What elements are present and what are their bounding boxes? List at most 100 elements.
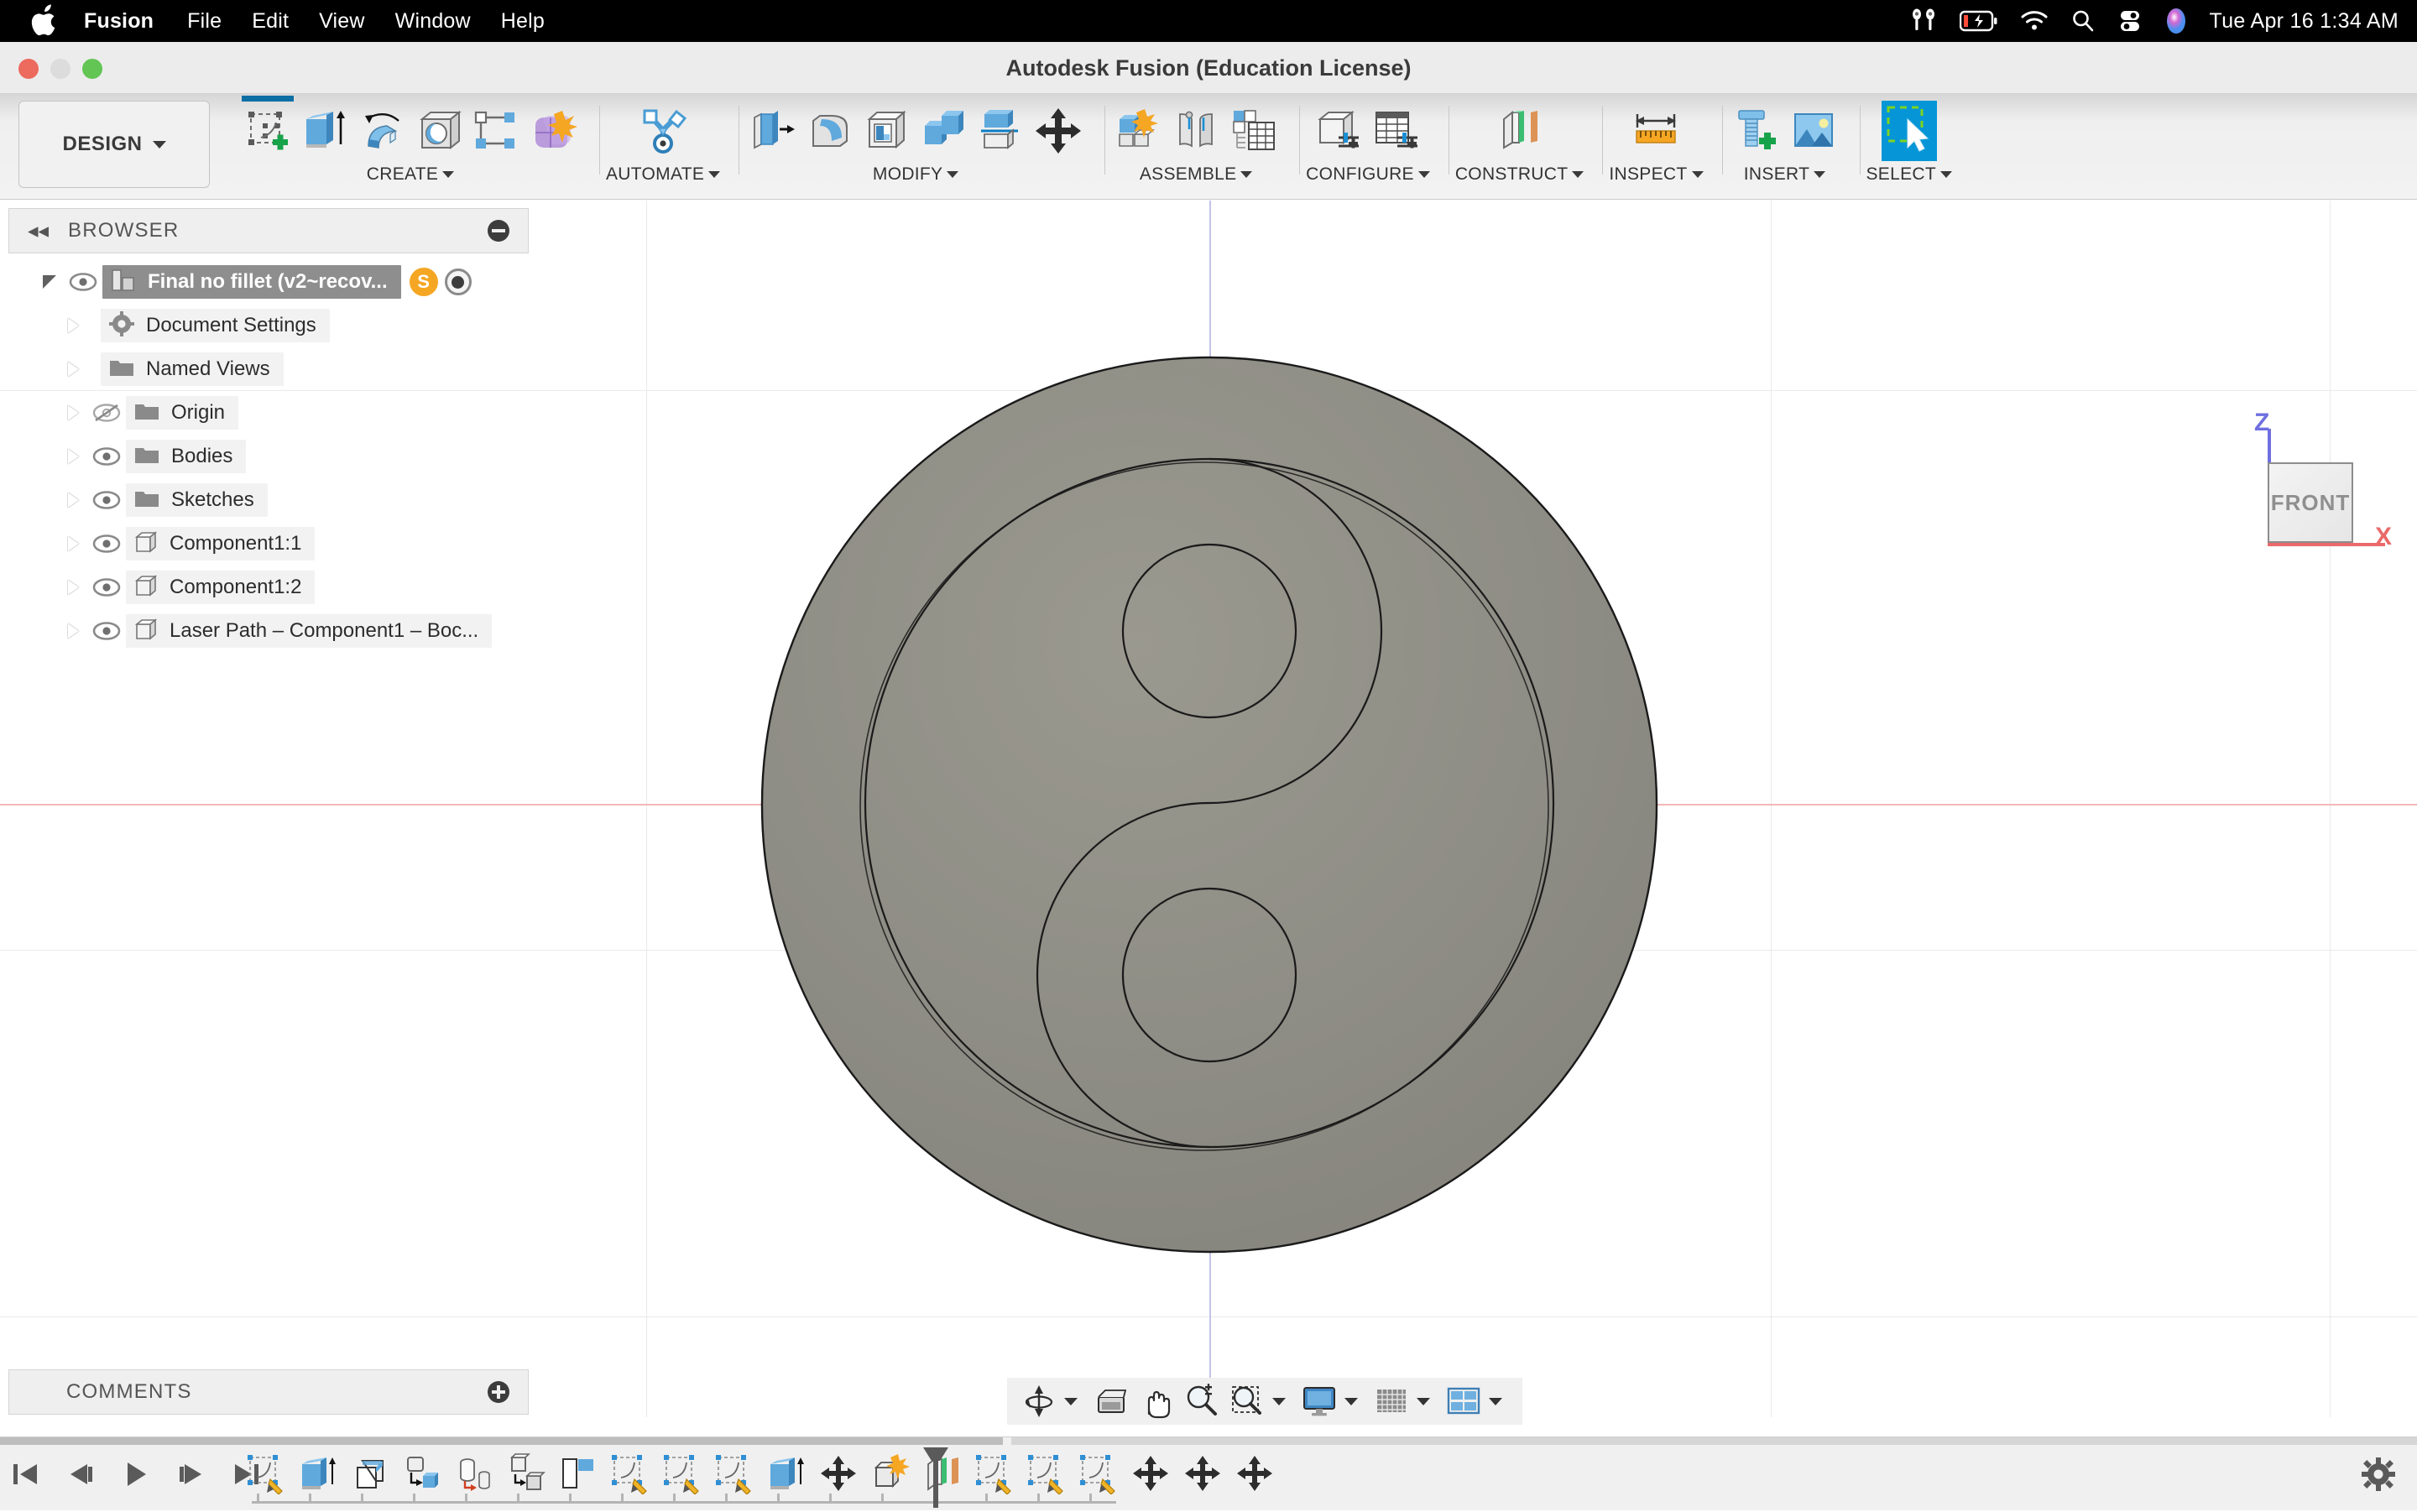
battery-charging-icon[interactable] — [1959, 10, 1998, 32]
extrude-button[interactable] — [297, 101, 352, 161]
expander-right-icon[interactable] — [59, 580, 87, 595]
fillet-button[interactable] — [802, 101, 858, 161]
zoom-button[interactable] — [1182, 1381, 1222, 1421]
expander-right-icon[interactable] — [59, 362, 87, 377]
insert-canvas-button[interactable] — [1786, 101, 1841, 161]
minimize-icon[interactable] — [488, 220, 509, 242]
tree-item-component1-2[interactable]: Component1:2 — [126, 571, 316, 604]
configuration-table-button[interactable] — [1369, 101, 1424, 161]
control-center-icon[interactable] — [2117, 8, 2143, 34]
tree-row-origin[interactable]: Origin — [8, 391, 546, 435]
visibility-eye-icon[interactable] — [87, 621, 126, 641]
expander-right-icon[interactable] — [59, 493, 87, 508]
ribbon-group-label-construct[interactable]: CONSTRUCT — [1455, 164, 1584, 185]
revolve-button[interactable] — [354, 101, 410, 161]
search-icon[interactable] — [2070, 8, 2096, 34]
ribbon-group-label-insert[interactable]: INSERT — [1744, 164, 1826, 185]
tree-item-named-views[interactable]: Named Views — [101, 352, 284, 386]
menu-item-view[interactable]: View — [319, 9, 365, 34]
press-pull-button[interactable] — [745, 101, 801, 161]
comments-panel[interactable]: COMMENTS — [8, 1369, 529, 1415]
chevron-down-icon[interactable] — [1417, 1397, 1430, 1405]
insert-mcmaster-button[interactable] — [1729, 101, 1784, 161]
visibility-eye-icon[interactable] — [87, 577, 126, 597]
tree-row-bodies[interactable]: Bodies — [8, 435, 546, 478]
move-copy-button[interactable] — [1031, 101, 1086, 161]
ribbon-group-label-create[interactable]: CREATE — [367, 164, 455, 185]
chevron-down-icon[interactable] — [1344, 1397, 1358, 1405]
timeline-feature-sketch[interactable] — [656, 1449, 708, 1498]
timeline-feature-sketch[interactable] — [1021, 1449, 1073, 1498]
chevron-down-icon[interactable] — [1272, 1397, 1286, 1405]
view-cube[interactable]: Z X FRONT — [2254, 409, 2392, 553]
timeline-feature-sketch[interactable] — [968, 1449, 1021, 1498]
collapse-left-icon[interactable]: ◂◂ — [28, 218, 56, 243]
wifi-icon[interactable] — [2020, 10, 2049, 32]
tree-item-bodies[interactable]: Bodies — [126, 440, 247, 473]
hole-button[interactable] — [411, 101, 467, 161]
create-sketch-button[interactable] — [240, 96, 295, 161]
timeline-scrollbar-right[interactable] — [1011, 1437, 2417, 1445]
zoom-window-button[interactable] — [1227, 1381, 1267, 1421]
activate-component-radio[interactable] — [444, 269, 472, 295]
form-create-button[interactable] — [525, 101, 581, 161]
tree-item-sketches[interactable]: Sketches — [126, 483, 268, 517]
tree-row-component1-2[interactable]: Component1:2 — [8, 566, 546, 609]
workspace-switcher[interactable]: DESIGN — [18, 101, 210, 188]
timeline-feature-paste[interactable] — [500, 1449, 552, 1498]
menu-item-file[interactable]: File — [187, 9, 222, 34]
timeline-feature-copy[interactable] — [396, 1449, 448, 1498]
ribbon-group-label-configure[interactable]: CONFIGURE — [1306, 164, 1430, 185]
siri-icon[interactable] — [2164, 7, 2188, 35]
expander-right-icon[interactable] — [59, 405, 87, 420]
visibility-eye-icon[interactable] — [87, 534, 126, 554]
pattern-button[interactable] — [468, 101, 524, 161]
timeline-feature-sketch[interactable] — [1073, 1449, 1125, 1498]
menu-item-help[interactable]: Help — [501, 9, 545, 34]
expander-right-icon[interactable] — [59, 536, 87, 551]
ribbon-group-label-assemble[interactable]: ASSEMBLE — [1140, 164, 1253, 185]
expander-right-icon[interactable] — [59, 623, 87, 639]
new-component-button[interactable] — [1111, 101, 1167, 161]
ribbon-group-label-automate[interactable]: AUTOMATE — [606, 164, 721, 185]
ribbon-group-label-modify[interactable]: MODIFY — [873, 164, 959, 185]
tree-item-root[interactable]: Final no fillet (v2~recov... — [102, 265, 401, 299]
timeline-feature-extrude[interactable] — [760, 1449, 812, 1498]
timeline-feature-plane[interactable] — [552, 1449, 604, 1498]
split-face-button[interactable] — [974, 101, 1029, 161]
timeline-feature-move[interactable] — [1177, 1449, 1229, 1498]
tree-row-component1-1[interactable]: Component1:1 — [8, 522, 546, 566]
display-settings-button[interactable] — [1299, 1381, 1339, 1421]
orbit-button[interactable] — [1019, 1381, 1059, 1421]
expander-down-icon[interactable] — [35, 275, 64, 289]
view-cube-front-face[interactable]: FRONT — [2268, 462, 2353, 543]
automated-modeling-button[interactable] — [635, 101, 691, 161]
timeline-track[interactable] — [252, 1494, 1116, 1504]
tree-item-document-settings[interactable]: Document Settings — [101, 309, 330, 342]
visibility-eye-icon[interactable] — [87, 490, 126, 510]
visibility-eye-hidden-icon[interactable] — [87, 403, 126, 423]
timeline-marker[interactable] — [921, 1446, 948, 1508]
chevron-down-icon[interactable] — [1064, 1397, 1078, 1405]
airpods-icon[interactable] — [1909, 7, 1938, 35]
tree-row-sketches[interactable]: Sketches — [8, 478, 546, 522]
timeline-feature-move[interactable] — [812, 1449, 864, 1498]
expander-right-icon[interactable] — [59, 318, 87, 333]
timeline-scrollbar-left[interactable] — [0, 1437, 1003, 1445]
measure-button[interactable] — [1628, 101, 1684, 161]
timeline-feature-sketch[interactable] — [708, 1449, 760, 1498]
tree-row-root[interactable]: Final no fillet (v2~recov... S — [8, 260, 546, 304]
tree-row-document-settings[interactable]: Document Settings — [8, 304, 546, 347]
select-tool-button[interactable] — [1881, 101, 1937, 161]
menu-item-window[interactable]: Window — [395, 9, 471, 34]
tree-row-laser-path[interactable]: Laser Path – Component1 – Boc... — [8, 609, 546, 653]
play-button[interactable] — [119, 1456, 153, 1493]
menu-item-edit[interactable]: Edit — [252, 9, 289, 34]
expander-right-icon[interactable] — [59, 449, 87, 464]
grid-snaps-button[interactable] — [1371, 1381, 1412, 1421]
visibility-eye-icon[interactable] — [64, 272, 102, 292]
tree-item-origin[interactable]: Origin — [126, 396, 239, 430]
chevron-down-icon[interactable] — [1489, 1397, 1502, 1405]
ribbon-group-label-inspect[interactable]: INSPECT — [1609, 164, 1704, 185]
offset-plane-button[interactable] — [1492, 101, 1548, 161]
